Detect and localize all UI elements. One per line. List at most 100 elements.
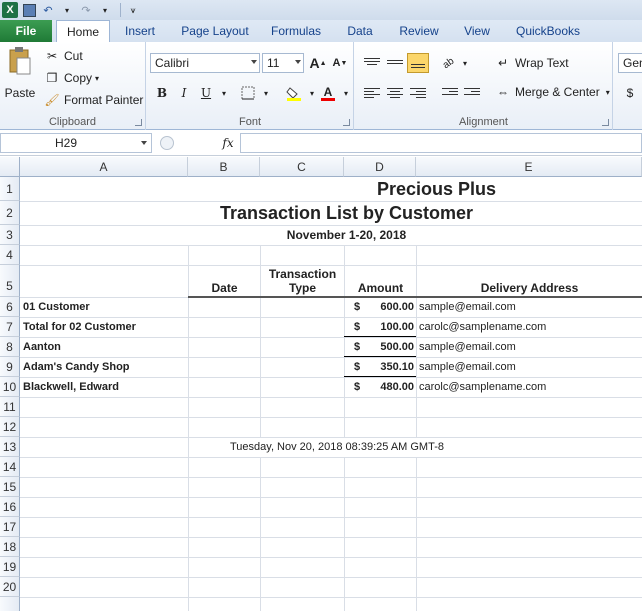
borders-button[interactable] [238,83,258,103]
wrap-text-button[interactable]: ↵ Wrap Text [495,55,569,71]
row-header[interactable]: 6 [0,297,20,317]
table-row-address[interactable]: sample@email.com [419,357,639,377]
shrink-font-button[interactable]: A ▼ [330,53,350,73]
undo-dropdown-icon[interactable]: ▾ [59,2,75,18]
table-row-address[interactable]: sample@email.com [419,337,639,357]
row-header[interactable]: 2 [0,201,20,225]
row-header[interactable]: 10 [0,377,20,397]
align-right-button[interactable] [407,83,429,103]
row-header[interactable]: 11 [0,397,20,417]
paste-button[interactable]: Paste [4,46,36,100]
formula-input[interactable] [240,133,642,153]
clipboard-launcher-icon[interactable] [135,119,142,126]
header-amount[interactable]: Amount [345,265,416,297]
tab-data[interactable]: Data [338,20,382,42]
format-painter-button[interactable]: 🖌 Format Painter [44,92,143,108]
report-company[interactable]: Precious Plus [21,177,642,201]
row-header[interactable]: 19 [0,557,20,577]
copy-button[interactable]: ❐ Copy ▾ [44,70,99,86]
row-header[interactable]: 7 [0,317,20,337]
grow-font-button[interactable]: A ▲ [308,53,328,73]
table-row-currency[interactable]: $ [354,297,366,317]
currency-button[interactable]: $ [620,83,640,103]
table-row-amount[interactable]: 100.00 [366,317,414,337]
decrease-indent-button[interactable] [439,83,461,103]
customize-toolbar-icon[interactable]: ⩛ [125,2,141,18]
italic-button[interactable]: I [174,83,194,103]
row-header[interactable]: 12 [0,417,20,437]
row-header[interactable]: 17 [0,517,20,537]
column-header-d[interactable]: D [344,157,416,177]
table-row-amount[interactable]: 480.00 [366,377,414,397]
row-header[interactable]: 20 [0,577,20,597]
table-row-currency[interactable]: $ [354,337,366,357]
cut-button[interactable]: ✂ Cut [44,48,83,64]
row-header[interactable]: 8 [0,337,20,357]
column-header-e[interactable]: E [416,157,642,177]
row-header[interactable]: 3 [0,225,20,245]
bold-button[interactable]: B [152,83,172,103]
font-size-combo[interactable]: 11 [262,53,304,73]
formula-resize-icon[interactable] [160,136,174,150]
font-name-combo[interactable]: Calibri [150,53,260,73]
borders-dropdown-icon[interactable]: ▾ [256,83,276,103]
row-header[interactable]: 4 [0,245,20,265]
align-left-button[interactable] [361,83,383,103]
middle-align-button[interactable] [384,53,406,73]
row-header[interactable] [0,597,20,611]
save-icon[interactable] [21,2,37,18]
insert-function-button[interactable]: fx [216,133,240,153]
tab-file[interactable]: File [0,20,52,42]
name-box[interactable]: H29 [0,133,152,153]
report-period[interactable]: November 1-20, 2018 [21,225,642,245]
column-header-b[interactable]: B [188,157,260,177]
align-center-button[interactable] [384,83,406,103]
merge-center-dropdown-icon[interactable]: ▾ [606,88,610,97]
row-header[interactable]: 1 [0,177,20,201]
bottom-align-button[interactable] [407,53,429,73]
copy-dropdown-icon[interactable]: ▾ [95,74,99,83]
column-header-c[interactable]: C [260,157,344,177]
row-header[interactable]: 5 [0,265,20,297]
table-row-name[interactable]: Aanton [23,337,188,357]
column-header-a[interactable]: A [20,157,188,177]
row-header[interactable]: 13 [0,437,20,457]
row-header[interactable]: 16 [0,497,20,517]
report-timestamp[interactable]: Tuesday, Nov 20, 2018 08:39:25 AM GMT-8 [189,437,485,457]
table-row-currency[interactable]: $ [354,317,366,337]
merge-center-button[interactable]: ⇔ Merge & Center ▾ [495,84,610,100]
header-transaction-type[interactable]: Transaction Type [261,265,344,297]
row-header[interactable]: 15 [0,477,20,497]
font-color-dropdown-icon[interactable]: ▾ [336,83,356,103]
table-row-name[interactable]: Blackwell, Edward [23,377,188,397]
header-date[interactable]: Date [189,265,260,297]
table-row-name[interactable]: 01 Customer [23,297,188,317]
row-header[interactable]: 14 [0,457,20,477]
top-align-button[interactable] [361,53,383,73]
tab-page-layout[interactable]: Page Layout [175,20,255,42]
fill-color-button[interactable] [284,83,304,103]
alignment-launcher-icon[interactable] [602,119,609,126]
underline-dropdown-icon[interactable]: ▾ [214,83,234,103]
tab-review[interactable]: Review [392,20,446,42]
font-launcher-icon[interactable] [343,119,350,126]
font-color-button[interactable]: A [318,83,338,103]
orientation-dropdown-icon[interactable]: ▾ [455,53,475,73]
table-row-address[interactable]: carolc@samplename.com [419,317,639,337]
table-row-address[interactable]: carolc@samplename.com [419,377,639,397]
table-row-amount[interactable]: 500.00 [366,337,414,357]
underline-button[interactable]: U [196,83,216,103]
undo-icon[interactable]: ↶ [40,2,56,18]
row-header[interactable]: 18 [0,537,20,557]
redo-icon[interactable]: ↷ [78,2,94,18]
number-format-combo[interactable]: Gen [618,53,642,73]
row-header[interactable]: 9 [0,357,20,377]
tab-formulas[interactable]: Formulas [264,20,328,42]
increase-indent-button[interactable] [461,83,483,103]
table-row-currency[interactable]: $ [354,377,366,397]
redo-dropdown-icon[interactable]: ▾ [97,2,113,18]
table-row-name[interactable]: Total for 02 Customer [23,317,188,337]
tab-view[interactable]: View [455,20,499,42]
report-title[interactable]: Transaction List by Customer [21,201,642,225]
table-row-name[interactable]: Adam's Candy Shop [23,357,188,377]
